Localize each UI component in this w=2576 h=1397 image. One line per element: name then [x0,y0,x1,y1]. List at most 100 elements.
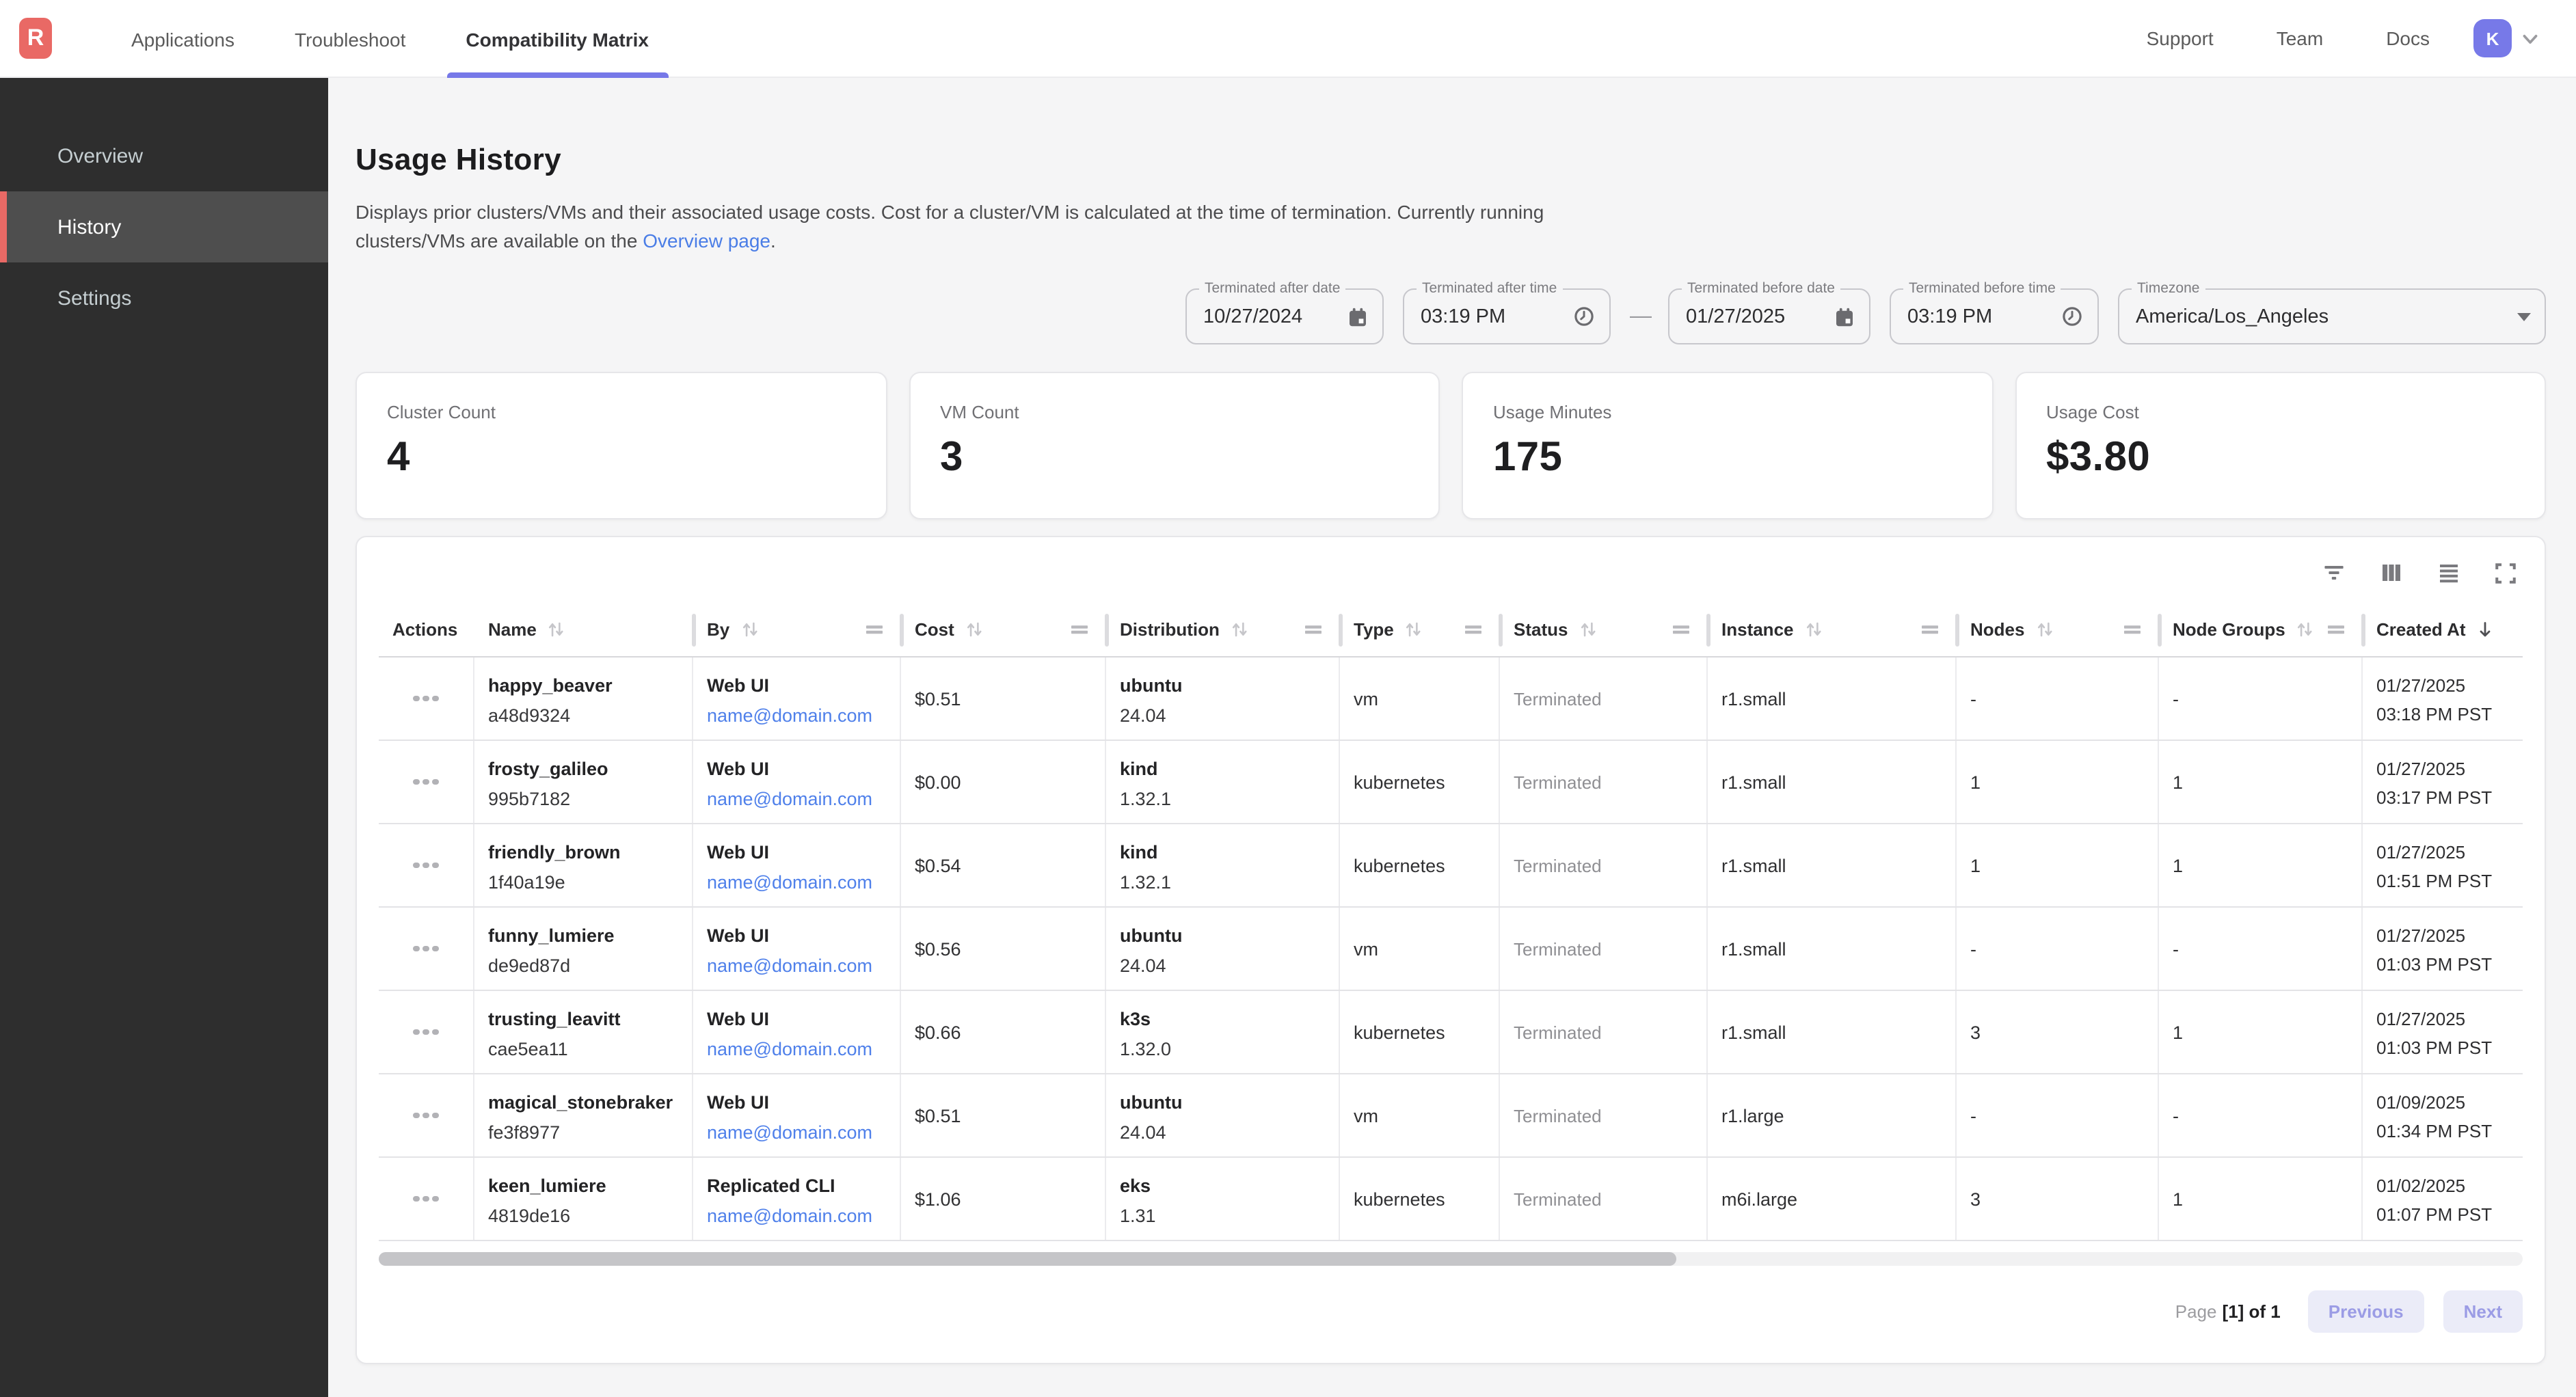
chevron-down-icon[interactable] [2520,28,2540,49]
column-menu-icon[interactable] [2123,621,2141,638]
sidebar-item-overview[interactable]: Overview [0,120,328,191]
created-by-email-link[interactable]: name@domain.com [707,955,900,975]
cell-instance: r1.small [1708,741,1957,823]
sort-icon[interactable] [1229,619,1250,640]
terminated-after-date-value[interactable]: 10/27/2024 [1203,306,1336,327]
created-by-email-link[interactable]: name@domain.com [707,788,900,809]
previous-page-button[interactable]: Previous [2308,1290,2424,1333]
horizontal-scrollbar-track[interactable] [379,1252,2523,1266]
top-nav: R Applications Troubleshoot Compatibilit… [0,0,2576,78]
terminated-after-date-input[interactable]: Terminated after date 10/27/2024 [1185,288,1384,344]
terminated-after-time-input[interactable]: Terminated after time 03:19 PM [1403,288,1611,344]
sort-icon[interactable] [546,619,567,640]
column-header-cost[interactable]: Cost [901,603,1106,656]
column-menu-icon[interactable] [1921,621,1939,638]
fullscreen-icon[interactable] [2494,561,2517,584]
row-actions-button[interactable] [379,991,474,1073]
cell-type: vm [1340,1074,1500,1156]
node-groups-value: - [2173,1105,2179,1126]
app-window: R Applications Troubleshoot Compatibilit… [0,0,2576,1397]
column-header-by[interactable]: By [693,603,901,656]
table-row: trusting_leavittcae5ea11Web UIname@domai… [379,991,2523,1074]
terminated-before-time-input[interactable]: Terminated before time 03:19 PM [1890,288,2099,344]
column-header-distribution[interactable]: Distribution [1106,603,1340,656]
tab-applications[interactable]: Applications [131,0,234,78]
sort-desc-icon[interactable] [2476,619,2496,640]
column-header-status[interactable]: Status [1500,603,1708,656]
cell-created-at: 01/27/202501:51 PM PST [2363,824,2523,906]
more-options-icon[interactable] [414,1196,439,1202]
sidebar-item-settings[interactable]: Settings [0,262,328,334]
clock-icon[interactable] [1572,305,1596,328]
terminated-before-date-value[interactable]: 01/27/2025 [1686,306,1823,327]
tab-troubleshoot[interactable]: Troubleshoot [295,0,405,78]
cell-by: Web UIname@domain.com [693,1074,901,1156]
row-actions-button[interactable] [379,908,474,990]
sidebar-item-history[interactable]: History [0,191,328,262]
nav-link-team[interactable]: Team [2277,27,2323,49]
more-options-icon[interactable] [414,696,439,702]
column-menu-icon[interactable] [1304,621,1322,638]
column-header-created-at[interactable]: Created At [2363,603,2523,656]
column-menu-icon[interactable] [1071,621,1088,638]
created-by-email-link[interactable]: name@domain.com [707,1122,900,1142]
created-date: 01/27/2025 [2376,841,2523,864]
timezone-value[interactable]: America/Los_Angeles [2136,306,2506,327]
replicated-logo[interactable]: R [19,18,52,59]
more-options-icon[interactable] [414,1029,439,1035]
columns-icon[interactable] [2379,560,2404,585]
column-menu-icon[interactable] [2327,621,2345,638]
row-actions-button[interactable] [379,824,474,906]
terminated-before-date-input[interactable]: Terminated before date 01/27/2025 [1668,288,1870,344]
calendar-icon[interactable] [1347,306,1369,327]
created-by-email-link[interactable]: name@domain.com [707,1205,900,1225]
timezone-select[interactable]: Timezone America/Los_Angeles [2118,288,2546,344]
more-options-icon[interactable] [414,1113,439,1119]
created-by-email-link[interactable]: name@domain.com [707,1038,900,1059]
column-header-type[interactable]: Type [1340,603,1500,656]
column-menu-icon[interactable] [866,621,883,638]
more-options-icon[interactable] [414,946,439,952]
sort-icon[interactable] [2295,619,2316,640]
column-menu-icon[interactable] [1464,621,1482,638]
sort-icon[interactable] [1577,619,1598,640]
next-page-button[interactable]: Next [2443,1290,2523,1333]
sort-icon[interactable] [1803,619,1824,640]
more-options-icon[interactable] [414,779,439,785]
column-header-label: Created At [2376,619,2466,640]
nav-link-support[interactable]: Support [2147,27,2214,49]
column-menu-icon[interactable] [1672,621,1690,638]
column-header-label: Cost [915,619,954,640]
created-by-email-link[interactable]: name@domain.com [707,705,900,725]
avatar[interactable]: K [2473,19,2512,57]
calendar-icon[interactable] [1834,306,1855,327]
terminated-before-time-value[interactable]: 03:19 PM [1907,306,2050,327]
clock-icon[interactable] [2061,305,2084,328]
nav-link-docs[interactable]: Docs [2386,27,2430,49]
row-actions-button[interactable] [379,1158,474,1240]
column-header-instance[interactable]: Instance [1708,603,1957,656]
created-by-email-link[interactable]: name@domain.com [707,871,900,892]
horizontal-scrollbar-thumb[interactable] [379,1252,1676,1266]
filter-icon[interactable] [2322,560,2346,585]
more-options-icon[interactable] [414,863,439,869]
node-groups-value: 1 [2173,772,2183,792]
account-menu[interactable]: K [2473,19,2540,57]
tab-compatibility-matrix[interactable]: Compatibility Matrix [466,0,649,78]
cell-distribution: eks1.31 [1106,1158,1340,1240]
overview-page-link[interactable]: Overview page [643,230,770,252]
sort-icon[interactable] [964,619,984,640]
column-header-node-groups[interactable]: Node Groups [2159,603,2363,656]
distribution-version: 24.04 [1120,1122,1339,1142]
sort-icon[interactable] [1404,619,1424,640]
row-actions-button[interactable] [379,657,474,740]
row-actions-button[interactable] [379,741,474,823]
row-actions-button[interactable] [379,1074,474,1156]
select-arrow-icon[interactable] [2517,312,2531,321]
density-icon[interactable] [2437,560,2461,585]
column-header-nodes[interactable]: Nodes [1957,603,2159,656]
sort-icon[interactable] [2034,619,2054,640]
column-header-name[interactable]: Name [474,603,693,656]
sort-icon[interactable] [739,619,760,640]
terminated-after-time-value[interactable]: 03:19 PM [1421,306,1561,327]
